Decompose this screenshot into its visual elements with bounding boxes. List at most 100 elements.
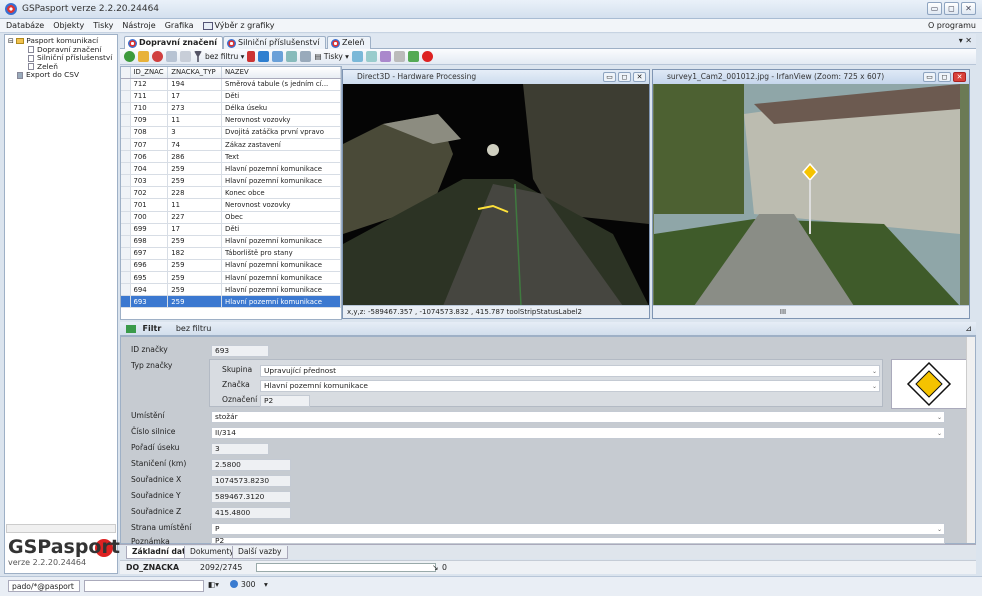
cislo-select[interactable]: II/314 ⌄ <box>211 427 945 439</box>
column-header-znacka-typ[interactable]: ZNACKA_TYP <box>167 67 223 79</box>
table-row[interactable]: 693 259 Hlavní pozemní komunikace <box>121 295 341 309</box>
row-header[interactable] <box>121 259 131 273</box>
table-row[interactable]: 700 227 Obec <box>121 211 341 224</box>
irfanview-maximize-button[interactable]: ◻ <box>938 72 951 82</box>
znacka-select[interactable]: Hlavní pozemní komunikace ⌄ <box>260 380 880 392</box>
souradnice-z-field[interactable]: 415.4800 <box>211 507 291 519</box>
cursor-tool-icon[interactable]: ◧▾ <box>208 580 219 589</box>
filter-icon[interactable] <box>194 51 202 62</box>
maximize-button[interactable]: ◻ <box>944 2 959 15</box>
poradi-field[interactable]: 3 <box>211 443 269 455</box>
souradnice-x-field[interactable]: 1074573.8230 <box>211 475 291 487</box>
poznamka-field[interactable]: P2 <box>211 537 945 544</box>
row-header[interactable] <box>121 138 131 152</box>
form-vertical-scrollbar[interactable] <box>966 337 975 543</box>
table-row[interactable]: 694 259 Hlavní pozemní komunikace <box>121 283 341 297</box>
table-row[interactable]: 704 259 Hlavní pozemní komunikace <box>121 162 341 176</box>
strana-select[interactable]: P ⌄ <box>211 523 945 535</box>
row-header[interactable] <box>121 211 131 224</box>
table-row[interactable]: 698 259 Hlavní pozemní komunikace <box>121 235 341 248</box>
zoom-dropdown-icon[interactable]: ▾ <box>264 580 268 589</box>
layers-icon[interactable] <box>300 51 312 62</box>
row-header[interactable] <box>121 114 131 127</box>
tree-item-silnicni-prislusenstvi[interactable]: Silniční příslušenství <box>8 53 117 63</box>
table-row[interactable]: 708 3 Dvojitá zatáčka první vpravo <box>121 126 341 139</box>
pin-icon[interactable]: ⊿ <box>965 322 972 335</box>
row-header[interactable] <box>121 126 131 139</box>
cancel-icon[interactable] <box>180 51 191 62</box>
table-row[interactable]: 701 11 Nerovnost vozovky <box>121 198 341 212</box>
table-row[interactable]: 699 17 Děti <box>121 223 341 236</box>
table-row[interactable]: 696 259 Hlavní pozemní komunikace <box>121 259 341 273</box>
column-header-nazev[interactable]: NAZEV <box>221 67 341 79</box>
menu-objekty[interactable]: Objekty <box>53 21 84 30</box>
table-row[interactable]: 697 182 Táborliště pro stany <box>121 247 341 260</box>
tab-dalsi-vazby[interactable]: Další vazby <box>232 546 288 559</box>
table-row[interactable]: 709 11 Nerovnost vozovky <box>121 114 341 127</box>
clear-filter-icon[interactable] <box>247 51 256 62</box>
point-cloud-view[interactable] <box>343 84 649 306</box>
row-header[interactable] <box>121 295 131 309</box>
map-icon[interactable] <box>258 51 270 62</box>
delete-icon[interactable] <box>152 51 163 62</box>
table-row[interactable]: 711 17 Děti <box>121 90 341 103</box>
column-header-id-znac[interactable]: ID_ZNAC <box>130 67 169 79</box>
table-row[interactable]: 703 259 Hlavní pozemní komunikace <box>121 174 341 188</box>
filter-dropdown[interactable]: bez filtru ▾ <box>205 52 244 61</box>
row-header[interactable] <box>121 283 131 297</box>
table-row[interactable]: 707 74 Zákaz zastavení <box>121 138 341 152</box>
row-header[interactable] <box>121 247 131 260</box>
direct3d-minimize-button[interactable]: ▭ <box>603 72 616 82</box>
photo-icon[interactable] <box>365 51 377 62</box>
row-header[interactable] <box>121 78 131 91</box>
copy-icon[interactable] <box>138 51 149 62</box>
table-row[interactable]: 710 273 Délka úseku <box>121 102 341 115</box>
row-header[interactable] <box>121 186 131 200</box>
chart-icon[interactable] <box>379 51 391 62</box>
tab-zelen[interactable]: Zeleň <box>327 36 371 49</box>
zoom-value[interactable]: 300 <box>241 580 256 589</box>
oznaceni-field[interactable]: P2 <box>260 395 310 407</box>
irfanview-minimize-button[interactable]: ▭ <box>923 72 936 82</box>
skupina-select[interactable]: Upravující přednost ⌄ <box>260 365 880 377</box>
id-field[interactable]: 693 <box>211 345 269 357</box>
row-header[interactable] <box>121 223 131 236</box>
tree-horizontal-scrollbar[interactable] <box>6 524 116 533</box>
filter-value[interactable]: bez filtru <box>176 324 212 333</box>
souradnice-y-field[interactable]: 589467.3120 <box>211 491 291 503</box>
row-header[interactable] <box>121 271 131 285</box>
tab-silnicni-prislusenstvi[interactable]: Silniční příslušenství <box>223 36 326 49</box>
table-row[interactable]: 695 259 Hlavní pozemní komunikace <box>121 271 341 285</box>
tab-dopravni-znaceni[interactable]: Dopravní značení <box>124 36 223 50</box>
ruler-icon[interactable] <box>393 51 405 62</box>
zoom-icon[interactable] <box>272 51 284 62</box>
row-header[interactable] <box>121 90 131 103</box>
save-icon[interactable] <box>166 51 177 62</box>
row-header[interactable] <box>121 235 131 248</box>
edit-icon[interactable] <box>286 51 298 62</box>
camera-icon[interactable] <box>351 51 363 62</box>
row-header[interactable] <box>121 174 131 188</box>
direct3d-close-button[interactable]: ✕ <box>633 72 646 82</box>
info-icon[interactable] <box>421 51 433 62</box>
close-button[interactable]: ✕ <box>961 2 976 15</box>
row-header[interactable] <box>121 150 131 164</box>
row-header[interactable] <box>121 198 131 212</box>
add-icon[interactable] <box>124 51 135 62</box>
menu-grafika[interactable]: Grafika <box>165 21 194 30</box>
table-row[interactable]: 706 286 Text <box>121 150 341 164</box>
umisteni-select[interactable]: stožár ⌄ <box>211 411 945 423</box>
menu-databaze[interactable]: Databáze <box>6 21 44 30</box>
tab-menu-close[interactable]: ▾ ✕ <box>959 36 972 45</box>
tree-item-export-csv[interactable]: Export do CSV <box>8 70 117 80</box>
menu-nastroje[interactable]: Nástroje <box>122 21 155 30</box>
staniceni-field[interactable]: 2.5800 <box>211 459 291 471</box>
menu-vyber-z-grafiky[interactable]: Výběr z grafiky <box>202 21 275 30</box>
row-header[interactable] <box>121 102 131 115</box>
irfanview-horizontal-scrollbar[interactable]: III <box>653 305 969 318</box>
irfanview-close-button[interactable]: ✕ <box>953 72 966 82</box>
row-header[interactable] <box>121 162 131 176</box>
minimize-button[interactable]: ▭ <box>927 2 942 15</box>
print-dropdown[interactable]: ▤ Tisky ▾ <box>314 52 349 61</box>
menu-tisky[interactable]: Tisky <box>93 21 113 30</box>
